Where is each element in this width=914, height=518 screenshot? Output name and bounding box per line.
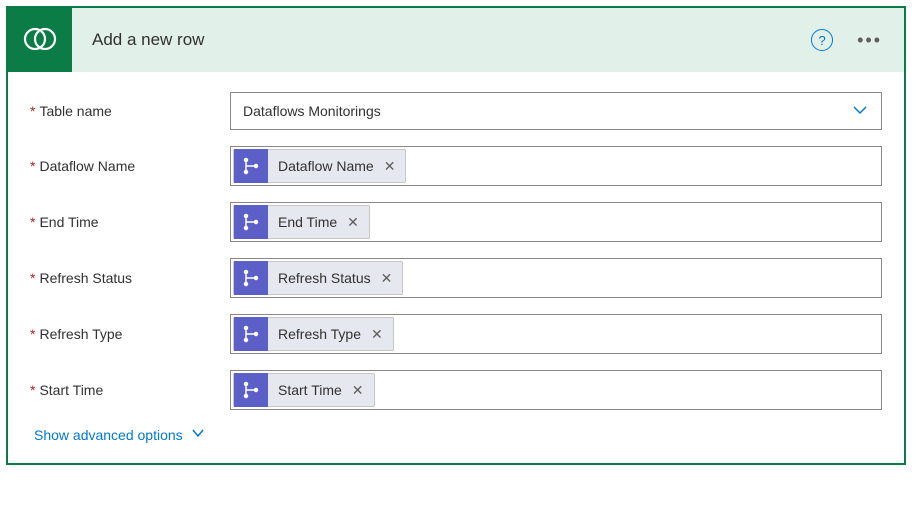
help-icon[interactable]: ?: [811, 29, 833, 51]
token-start-time: Start Time ✕: [233, 373, 375, 407]
label-refresh-status: * Refresh Status: [30, 270, 230, 286]
dynamic-content-icon: [234, 261, 268, 295]
label-refresh-type: * Refresh Type: [30, 326, 230, 342]
label-text: End Time: [39, 214, 98, 230]
card-title: Add a new row: [72, 30, 811, 50]
close-icon[interactable]: ✕: [345, 214, 361, 231]
connector-icon-box: [8, 8, 72, 72]
dataflow-name-input[interactable]: Dataflow Name ✕: [230, 146, 882, 186]
required-asterisk: *: [30, 158, 35, 174]
refresh-type-input[interactable]: Refresh Type ✕: [230, 314, 882, 354]
label-text: Refresh Type: [39, 326, 122, 342]
chevron-down-icon: [851, 101, 869, 122]
close-icon[interactable]: ✕: [382, 158, 398, 175]
close-icon[interactable]: ✕: [379, 270, 395, 287]
header-actions: ? •••: [811, 26, 904, 55]
field-end-time: End Time ✕: [230, 202, 882, 242]
label-text: Dataflow Name: [39, 158, 135, 174]
row-start-time: * Start Time Start Time ✕: [30, 370, 882, 410]
refresh-status-input[interactable]: Refresh Status ✕: [230, 258, 882, 298]
token-label: End Time: [278, 214, 337, 230]
label-text: Table name: [39, 103, 111, 119]
close-icon[interactable]: ✕: [369, 326, 385, 343]
token-label: Refresh Status: [278, 270, 371, 286]
chevron-down-icon: [191, 426, 205, 443]
required-asterisk: *: [30, 382, 35, 398]
table-name-dropdown[interactable]: Dataflows Monitorings: [230, 92, 882, 130]
field-start-time: Start Time ✕: [230, 370, 882, 410]
token-dataflow-name: Dataflow Name ✕: [233, 149, 406, 183]
field-dataflow-name: Dataflow Name ✕: [230, 146, 882, 186]
token-refresh-status: Refresh Status ✕: [233, 261, 403, 295]
token-label: Start Time: [278, 382, 342, 398]
token-label: Refresh Type: [278, 326, 361, 342]
required-asterisk: *: [30, 270, 35, 286]
row-end-time: * End Time End Time ✕: [30, 202, 882, 242]
row-refresh-type: * Refresh Type Refresh Type ✕: [30, 314, 882, 354]
field-refresh-type: Refresh Type ✕: [230, 314, 882, 354]
label-dataflow-name: * Dataflow Name: [30, 158, 230, 174]
more-icon[interactable]: •••: [853, 26, 886, 55]
label-table-name: * Table name: [30, 103, 230, 119]
dynamic-content-icon: [234, 373, 268, 407]
show-advanced-options[interactable]: Show advanced options: [30, 426, 882, 443]
field-refresh-status: Refresh Status ✕: [230, 258, 882, 298]
label-start-time: * Start Time: [30, 382, 230, 398]
dataverse-icon: [22, 21, 58, 60]
required-asterisk: *: [30, 103, 35, 119]
required-asterisk: *: [30, 326, 35, 342]
label-text: Start Time: [39, 382, 103, 398]
dynamic-content-icon: [234, 149, 268, 183]
dynamic-content-icon: [234, 317, 268, 351]
card-body: * Table name Dataflows Monitorings * Dat…: [8, 72, 904, 463]
token-refresh-type: Refresh Type ✕: [233, 317, 394, 351]
dropdown-value: Dataflows Monitorings: [243, 103, 851, 119]
dynamic-content-icon: [234, 205, 268, 239]
label-text: Refresh Status: [39, 270, 132, 286]
close-icon[interactable]: ✕: [350, 382, 366, 399]
token-label: Dataflow Name: [278, 158, 374, 174]
row-table-name: * Table name Dataflows Monitorings: [30, 92, 882, 130]
row-dataflow-name: * Dataflow Name Dataflow Name ✕: [30, 146, 882, 186]
end-time-input[interactable]: End Time ✕: [230, 202, 882, 242]
start-time-input[interactable]: Start Time ✕: [230, 370, 882, 410]
action-card: Add a new row ? ••• * Table name Dataflo…: [6, 6, 906, 465]
card-header: Add a new row ? •••: [8, 8, 904, 72]
advanced-label: Show advanced options: [34, 427, 183, 443]
field-table-name: Dataflows Monitorings: [230, 92, 882, 130]
row-refresh-status: * Refresh Status Refresh Status ✕: [30, 258, 882, 298]
token-end-time: End Time ✕: [233, 205, 370, 239]
required-asterisk: *: [30, 214, 35, 230]
label-end-time: * End Time: [30, 214, 230, 230]
